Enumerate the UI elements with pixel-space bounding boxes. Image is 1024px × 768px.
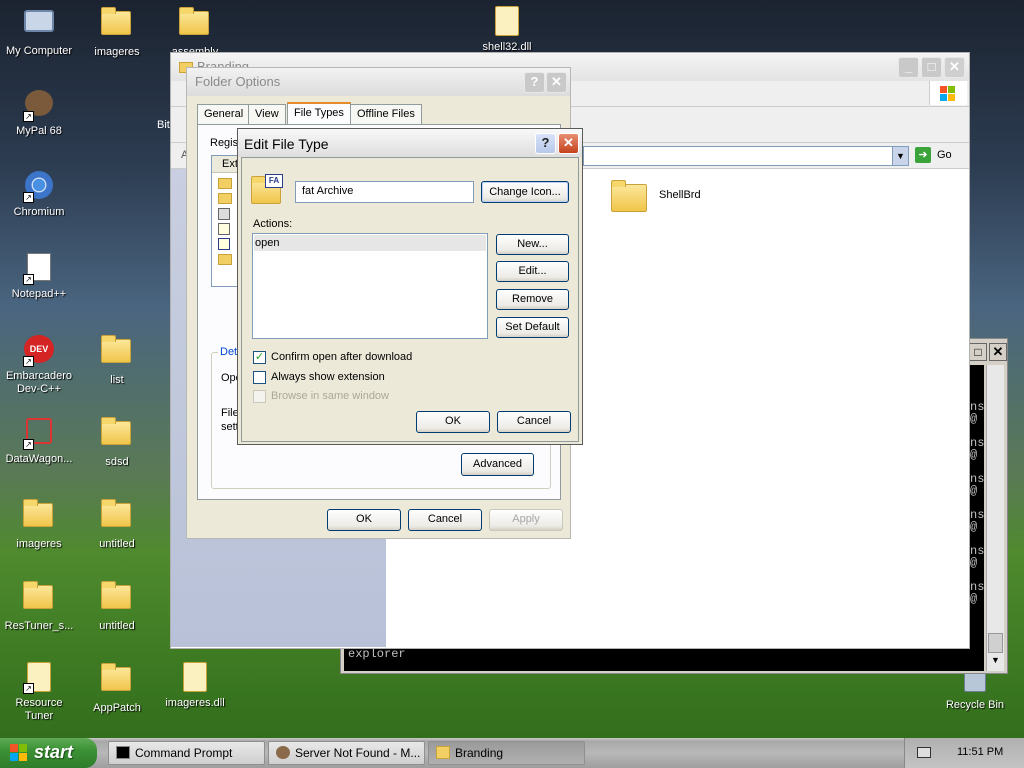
desktop-icon-list[interactable]: list — [78, 334, 156, 387]
advanced-button[interactable]: Advanced — [461, 453, 534, 476]
remove-action-button[interactable]: Remove — [496, 289, 569, 310]
tab-strip: General View File Types Offline Files — [197, 102, 437, 124]
dll-file-icon — [183, 662, 207, 692]
folder-icon — [23, 499, 53, 527]
desktop-icon-apppatch[interactable]: AppPatch — [78, 662, 156, 715]
folder-icon — [611, 180, 647, 212]
folder-icon — [101, 663, 131, 691]
edit-file-type-dialog[interactable]: Edit File Type ? ✕ FA fat Archive Change… — [237, 128, 583, 445]
chevron-down-icon[interactable]: ▼ — [892, 146, 909, 166]
folder-icon — [23, 581, 53, 609]
desktop-icon-datawagon[interactable]: ↗ DataWagon... — [0, 416, 78, 466]
browse-same-window-label: Browse in same window — [271, 390, 389, 402]
edit-action-button[interactable]: Edit... — [496, 261, 569, 282]
action-item-open[interactable]: open — [254, 235, 486, 251]
folder-icon — [101, 417, 131, 445]
go-arrow-icon[interactable]: ➜ — [915, 147, 931, 163]
folder-icon — [101, 7, 131, 35]
new-action-button[interactable]: New... — [496, 234, 569, 255]
folder-icon — [101, 335, 131, 363]
desktop-icon-notepadpp[interactable]: ↗ Notepad++ — [0, 252, 78, 301]
tab-offline-files[interactable]: Offline Files — [350, 104, 422, 124]
system-tray: 11:51 PM — [904, 738, 1024, 768]
actions-label: Actions: — [253, 218, 293, 230]
folder-icon — [101, 581, 131, 609]
always-show-extension-checkbox[interactable] — [253, 371, 266, 384]
desktop-icon-sdsd[interactable]: sdsd — [78, 416, 156, 469]
folder-icon — [436, 746, 450, 759]
maximize-button[interactable]: □ — [921, 57, 942, 78]
console-fragments: ns @ ns @ ns @ ns @ ns @ ns @ — [970, 400, 985, 606]
desktop-icon-devcpp[interactable]: DEV ↗ Embarcadero Dev-C++ — [0, 334, 78, 396]
file-type-name-input[interactable]: fat Archive — [295, 181, 474, 203]
checkmark-icon: ✓ — [254, 351, 265, 363]
cancel-button[interactable]: Cancel — [408, 509, 482, 531]
desktop-icon-chromium[interactable]: ↗ Chromium — [0, 170, 78, 219]
tab-general[interactable]: General — [197, 104, 251, 124]
desktop-icon-shell32[interactable]: shell32.dll — [468, 6, 546, 54]
console-icon — [116, 746, 130, 759]
taskbar: start Command Prompt Server Not Found - … — [0, 738, 1024, 768]
folder-icon — [179, 7, 209, 35]
browse-same-window-checkbox — [253, 390, 266, 403]
desktop-icon-restuner-s[interactable]: ResTuner_s... — [0, 580, 78, 633]
desktop-icon-imageres-2[interactable]: imageres — [0, 498, 78, 551]
tab-view[interactable]: View — [248, 104, 286, 124]
tab-file-types[interactable]: File Types — [287, 102, 351, 124]
keyboard-icon[interactable] — [917, 747, 931, 758]
desktop-icon-resource-tuner[interactable]: ↗ Resource Tuner — [0, 662, 78, 723]
close-button[interactable]: ✕ — [546, 72, 567, 93]
ok-button[interactable]: OK — [327, 509, 401, 531]
cancel-button[interactable]: Cancel — [497, 411, 571, 433]
edit-file-type-titlebar: Edit File Type — [238, 129, 582, 157]
console-scrollbar[interactable]: ▼ — [986, 365, 1004, 671]
desktop-icon-untitled-1[interactable]: untitled — [78, 498, 156, 551]
edit-file-type-body: FA fat Archive Change Icon... Actions: o… — [241, 157, 579, 442]
computer-icon — [23, 10, 55, 42]
mypal-icon — [276, 746, 290, 759]
address-input[interactable] — [583, 146, 893, 166]
shellbrd-folder[interactable] — [611, 179, 647, 215]
ok-button[interactable]: OK — [416, 411, 490, 433]
close-button[interactable]: ✕ — [558, 133, 579, 154]
desktop-icon-untitled-2[interactable]: untitled — [78, 580, 156, 633]
task-command-prompt[interactable]: Command Prompt — [108, 741, 265, 765]
minimize-button[interactable]: _ — [898, 57, 919, 78]
scroll-down-icon[interactable]: ▼ — [988, 655, 1003, 669]
desktop-icon-my-computer[interactable]: My Computer — [0, 6, 78, 58]
task-server-not-found[interactable]: Server Not Found - M... — [268, 741, 425, 765]
help-button[interactable]: ? — [524, 72, 545, 93]
shellbrd-label[interactable]: ShellBrd — [659, 189, 701, 201]
fa-badge-icon: FA — [265, 174, 283, 188]
set-default-button[interactable]: Set Default — [496, 317, 569, 338]
confirm-open-label[interactable]: Confirm open after download — [271, 351, 412, 363]
console-text: explorer — [348, 647, 406, 661]
desktop-icon-imageres-dll[interactable]: imageres.dll — [156, 662, 234, 710]
change-icon-button[interactable]: Change Icon... — [481, 181, 569, 203]
apply-button[interactable]: Apply — [489, 509, 563, 531]
clock[interactable]: 11:51 PM — [957, 746, 1003, 758]
scroll-thumb[interactable] — [988, 633, 1003, 653]
go-button-label[interactable]: Go — [937, 149, 952, 161]
task-branding[interactable]: Branding — [428, 741, 585, 765]
confirm-open-checkbox[interactable]: ✓ — [253, 351, 266, 364]
help-button[interactable]: ? — [535, 133, 556, 154]
close-button[interactable]: ✕ — [989, 343, 1007, 361]
desktop-icon-mypal[interactable]: ↗ MyPal 68 — [0, 88, 78, 138]
start-button[interactable]: start — [0, 738, 97, 768]
close-button[interactable]: ✕ — [944, 57, 965, 78]
maximize-button[interactable]: □ — [969, 343, 987, 361]
always-show-extension-label[interactable]: Always show extension — [271, 371, 385, 383]
folder-icon — [101, 499, 131, 527]
windows-logo-icon — [929, 81, 967, 105]
folder-options-titlebar: Folder Options — [187, 68, 570, 96]
dll-file-icon — [495, 6, 519, 36]
desktop-icon-imageres-folder[interactable]: imageres — [78, 6, 156, 59]
windows-flag-icon — [10, 744, 28, 762]
file-type-icon[interactable]: FA — [251, 174, 284, 205]
actions-list[interactable]: open — [252, 233, 488, 339]
